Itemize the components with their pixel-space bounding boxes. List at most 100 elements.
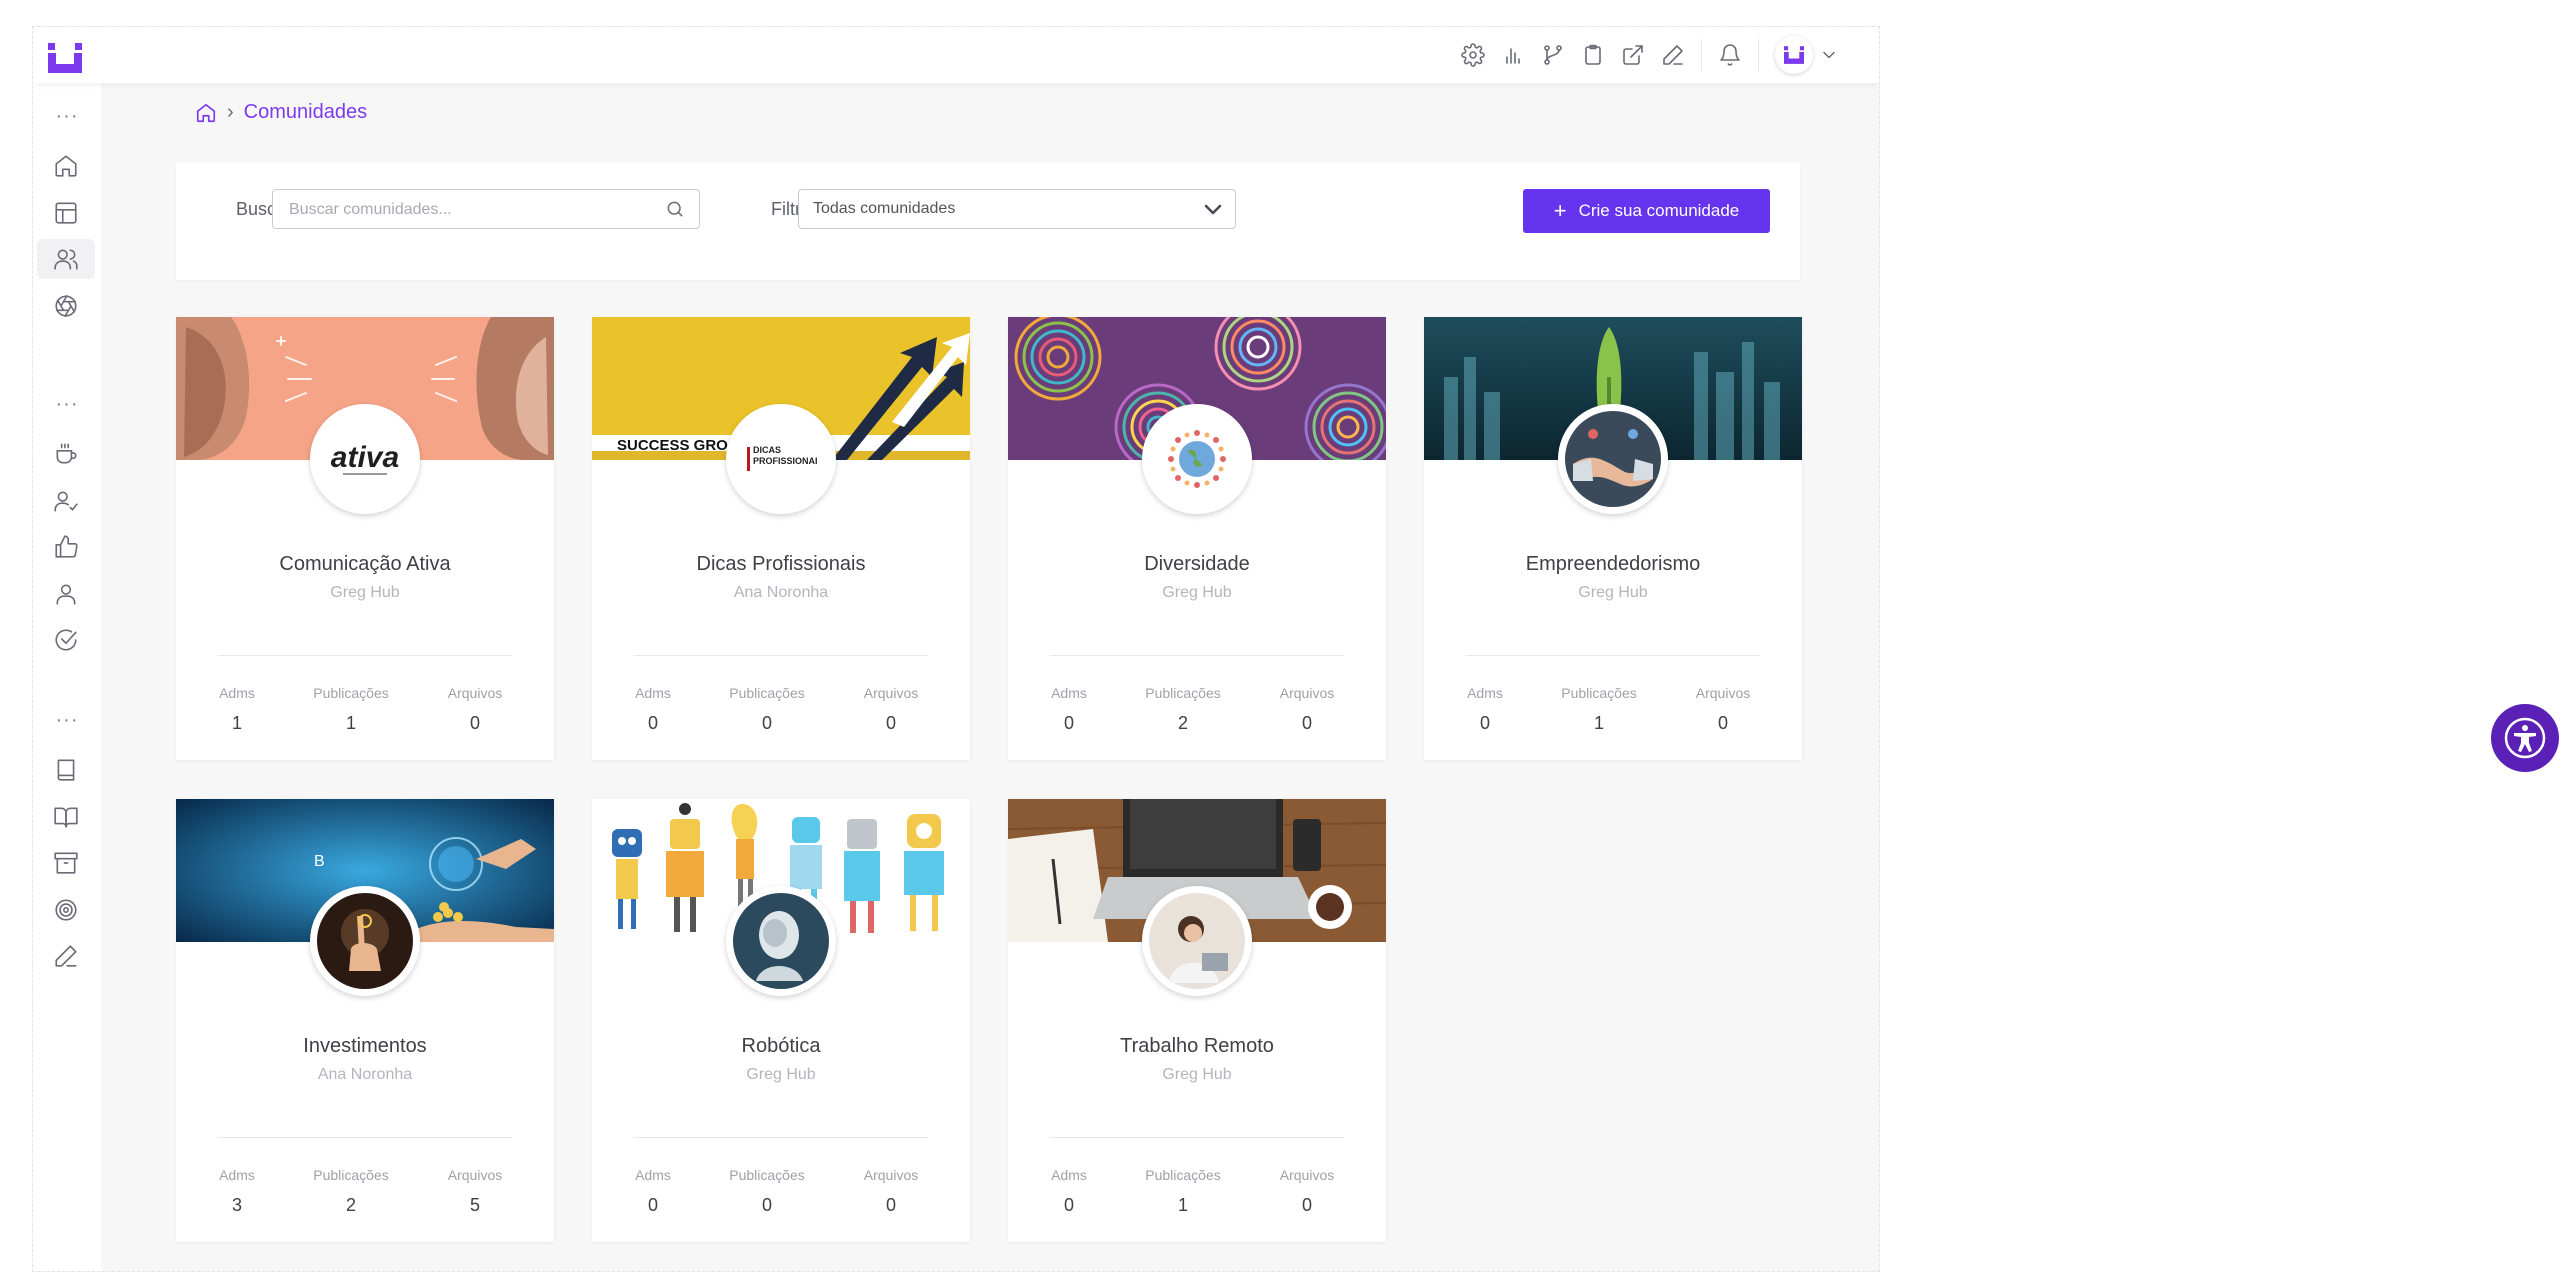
home-icon[interactable]	[37, 146, 95, 186]
community-emblem	[726, 886, 836, 996]
toolbar-divider	[1701, 39, 1702, 71]
sidebar-group-dots[interactable]: ···	[33, 394, 101, 414]
clipboard-icon[interactable]	[1573, 39, 1613, 71]
cover-text: B	[314, 853, 325, 870]
user-check-icon[interactable]	[37, 481, 95, 521]
stat-files: Arquivos 0	[447, 685, 503, 733]
pen-icon[interactable]	[37, 936, 95, 976]
app-logo[interactable]	[48, 43, 82, 73]
community-emblem	[1558, 404, 1668, 514]
stat-files: Arquivos 0	[1279, 685, 1335, 733]
create-community-label: Crie sua comunidade	[1578, 201, 1740, 220]
cover-text: SUCCESS GRO	[617, 437, 728, 454]
community-emblem	[1142, 886, 1252, 996]
home-icon[interactable]	[195, 102, 217, 124]
target-icon[interactable]	[37, 890, 95, 930]
community-name[interactable]: Comunicação Ativa	[176, 553, 554, 576]
stat-files: Arquivos 0	[1695, 685, 1751, 733]
pen-icon[interactable]	[1653, 39, 1693, 71]
community-owner: Greg Hub	[1162, 584, 1232, 601]
sidebar: ··· ··· ···	[33, 83, 101, 1271]
stat-adms: Adms 0	[635, 1167, 671, 1215]
bell-icon[interactable]	[1710, 39, 1750, 71]
stat-files: Arquivos 0	[1279, 1167, 1335, 1215]
user-icon[interactable]	[37, 574, 95, 614]
search-panel: Buscar Filtrar Todas comunidades + Crie …	[176, 162, 1800, 280]
thumbs-up-icon[interactable]	[37, 527, 95, 567]
community-owner: Greg Hub	[330, 584, 400, 601]
community-emblem	[310, 886, 420, 996]
bar-chart-icon[interactable]	[1493, 39, 1533, 71]
accessibility-button[interactable]	[2491, 704, 2559, 772]
search-icon[interactable]	[665, 199, 685, 219]
community-card[interactable]: ativa Comunicação Ativa Greg Hub Adms 1 P…	[176, 317, 554, 760]
sidebar-group-dots[interactable]: ···	[33, 710, 101, 730]
archive-icon[interactable]	[37, 843, 95, 883]
emblem-text: ativa	[331, 441, 399, 474]
coffee-cup-icon[interactable]	[37, 434, 95, 474]
search-input[interactable]	[287, 190, 651, 230]
layout-icon[interactable]	[37, 193, 95, 233]
community-emblem: DICAS PROFISSIONAIS	[726, 404, 836, 514]
community-name[interactable]: Dicas Profissionais	[592, 553, 970, 576]
book-open-icon[interactable]	[37, 797, 95, 837]
users-icon[interactable]	[37, 239, 95, 279]
search-field	[272, 189, 700, 230]
top-bar	[33, 27, 1879, 83]
community-owner: Greg Hub	[1578, 584, 1648, 601]
breadcrumb: › Comunidades	[195, 101, 367, 124]
plus-icon: +	[1553, 198, 1567, 223]
stat-adms: Adms 3	[219, 1167, 255, 1215]
community-name[interactable]: Trabalho Remoto	[1008, 1035, 1386, 1058]
community-name[interactable]: Robótica	[592, 1035, 970, 1058]
book-icon[interactable]	[37, 750, 95, 790]
chevron-right-icon: ›	[227, 101, 234, 123]
card-divider	[634, 1137, 928, 1138]
create-community-button[interactable]: + Crie sua comunidade	[1523, 189, 1770, 233]
accessibility-icon	[2504, 717, 2546, 759]
community-card[interactable]: Trabalho Remoto Greg Hub Adms 0 Publicaçõ…	[1008, 799, 1386, 1242]
stat-adms: Adms 1	[219, 685, 255, 733]
filter-select[interactable]: Todas comunidades	[798, 189, 1236, 229]
community-owner: Greg Hub	[1162, 1066, 1232, 1083]
stat-files: Arquivos 5	[447, 1167, 503, 1215]
card-divider	[218, 1137, 512, 1138]
community-card[interactable]: SUCCESS GRO DICAS PROFISSIONAIS Dicas Pr…	[592, 317, 970, 760]
gear-icon[interactable]	[1453, 39, 1493, 71]
stat-posts: Publicações 2	[1145, 685, 1221, 733]
stat-adms: Adms 0	[1467, 685, 1503, 733]
app-frame: ··· ··· ··· › Comunidades Buscar Buscar …	[32, 26, 1880, 1272]
filter-value: Todas comunidades	[813, 200, 956, 217]
aperture-icon[interactable]	[37, 286, 95, 326]
community-owner: Ana Noronha	[733, 584, 829, 601]
card-divider	[634, 655, 928, 656]
chevron-down-icon[interactable]	[1813, 39, 1845, 71]
stat-posts: Publicações 2	[313, 1167, 389, 1215]
sidebar-group-dots[interactable]: ···	[33, 106, 101, 126]
stat-posts: Publicações 1	[1145, 1167, 1221, 1215]
community-card[interactable]: B Investimentos Ana Noronha Adms 3 Public…	[176, 799, 554, 1242]
user-avatar[interactable]	[1775, 36, 1813, 74]
community-card[interactable]: Empreendedorismo Greg Hub Adms 0 Publicaç…	[1424, 317, 1802, 760]
card-divider	[218, 655, 512, 656]
git-branch-icon[interactable]	[1533, 39, 1573, 71]
stat-posts: Publicações 1	[313, 685, 389, 733]
stat-adms: Adms 0	[635, 685, 671, 733]
community-owner: Ana Noronha	[317, 1066, 413, 1083]
top-toolbar	[1453, 36, 1845, 74]
stat-adms: Adms 0	[1051, 685, 1087, 733]
emblem-text: DICAS PROFISSIONAIS	[753, 445, 817, 466]
community-card[interactable]: Diversidade Greg Hub Adms 0 Publicações 2 …	[1008, 317, 1386, 760]
chevron-down-icon	[1201, 198, 1225, 222]
community-owner: Greg Hub	[746, 1066, 816, 1083]
card-divider	[1466, 655, 1760, 656]
card-divider	[1050, 1137, 1344, 1138]
community-name[interactable]: Investimentos	[176, 1035, 554, 1058]
card-divider	[1050, 655, 1344, 656]
community-card[interactable]: Robótica Greg Hub Adms 0 Publicações 0 Arq…	[592, 799, 970, 1242]
stat-files: Arquivos 0	[863, 685, 919, 733]
community-name[interactable]: Empreendedorismo	[1424, 553, 1802, 576]
external-link-icon[interactable]	[1613, 39, 1653, 71]
community-name[interactable]: Diversidade	[1008, 553, 1386, 576]
check-circle-icon[interactable]	[37, 620, 95, 660]
